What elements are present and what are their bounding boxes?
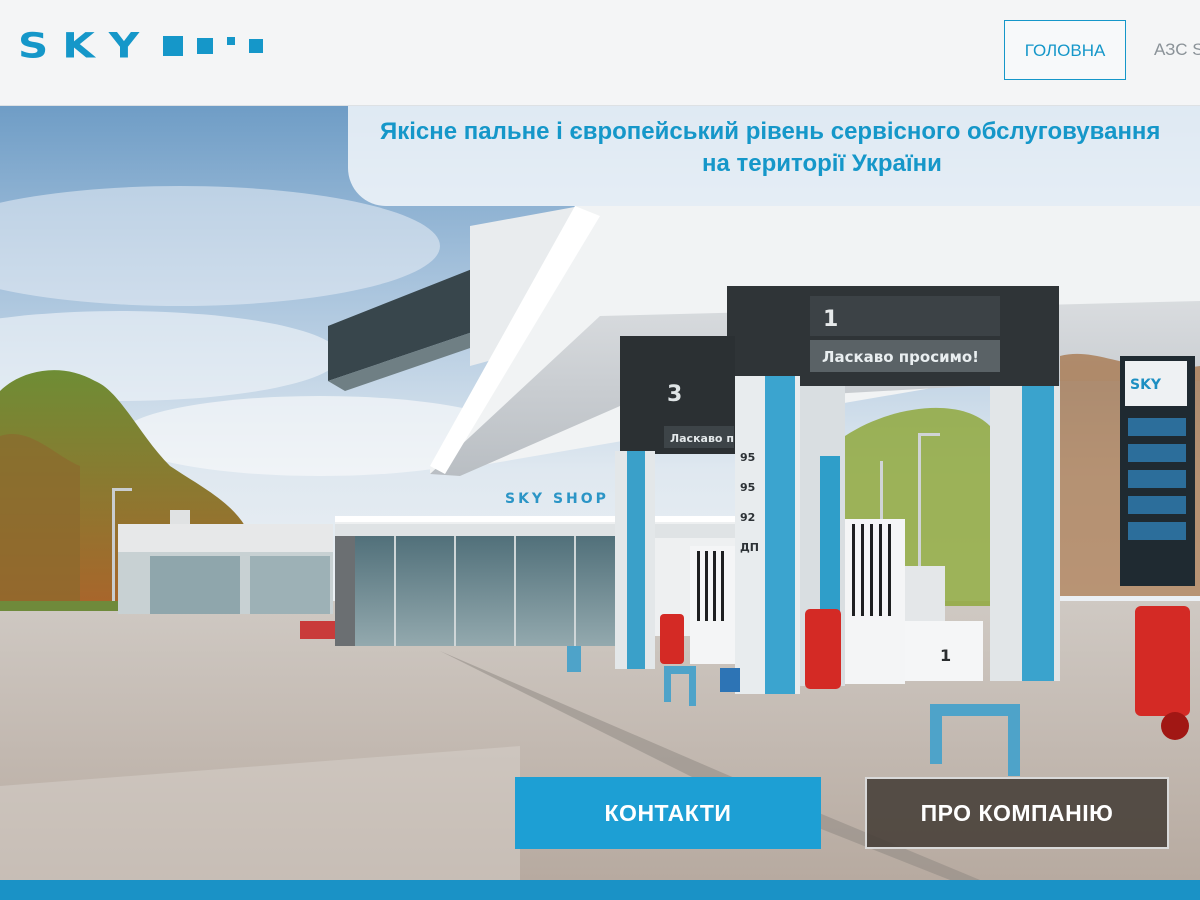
- logo-dots-icon: [163, 36, 264, 56]
- price-board-brand: SKY: [1130, 377, 1162, 393]
- page: SKY ГОЛОВНА АЗС SKY: [0, 0, 1200, 900]
- nav-item-stations[interactable]: АЗС SKY: [1140, 20, 1200, 80]
- tagline-line-2: на території України: [702, 150, 942, 177]
- canopy-pump-number: 1: [823, 307, 838, 332]
- about-company-button[interactable]: ПРО КОМПАНІЮ: [865, 777, 1169, 849]
- site-header: SKY ГОЛОВНА АЗС SKY: [0, 0, 1200, 106]
- sky-logo[interactable]: SKY: [18, 25, 264, 66]
- footer-bar: [0, 880, 1200, 900]
- shop-sign: SKY SHOP: [505, 491, 609, 507]
- gas-station-scene: SKY SHOP 1 Ласкаво просимо! 3 Ласкаво п …: [0, 106, 1200, 880]
- pillar-fuel-label: 92: [740, 511, 755, 524]
- main-nav: ГОЛОВНА АЗС SKY: [1004, 20, 1200, 80]
- hero-banner: SKY SHOP 1 Ласкаво просимо! 3 Ласкаво п …: [0, 106, 1200, 880]
- dispenser-number: 1: [940, 646, 951, 665]
- pillar-fuel-label: ДП: [740, 541, 759, 554]
- logo-wordmark: SKY: [18, 25, 154, 66]
- canopy-welcome: Ласкаво просимо!: [822, 348, 979, 366]
- tagline-line-1: Якісне пальне і європейський рівень серв…: [380, 118, 1161, 145]
- pillar-fuel-label: 95: [740, 451, 755, 464]
- second-pump-number: 3: [667, 382, 682, 407]
- nav-item-home[interactable]: ГОЛОВНА: [1004, 20, 1126, 80]
- hero-tagline: Якісне пальне і європейський рівень серв…: [380, 116, 1200, 180]
- contacts-button[interactable]: КОНТАКТИ: [515, 777, 821, 849]
- pillar-fuel-label: 95: [740, 481, 755, 494]
- second-welcome: Ласкаво п: [670, 432, 734, 445]
